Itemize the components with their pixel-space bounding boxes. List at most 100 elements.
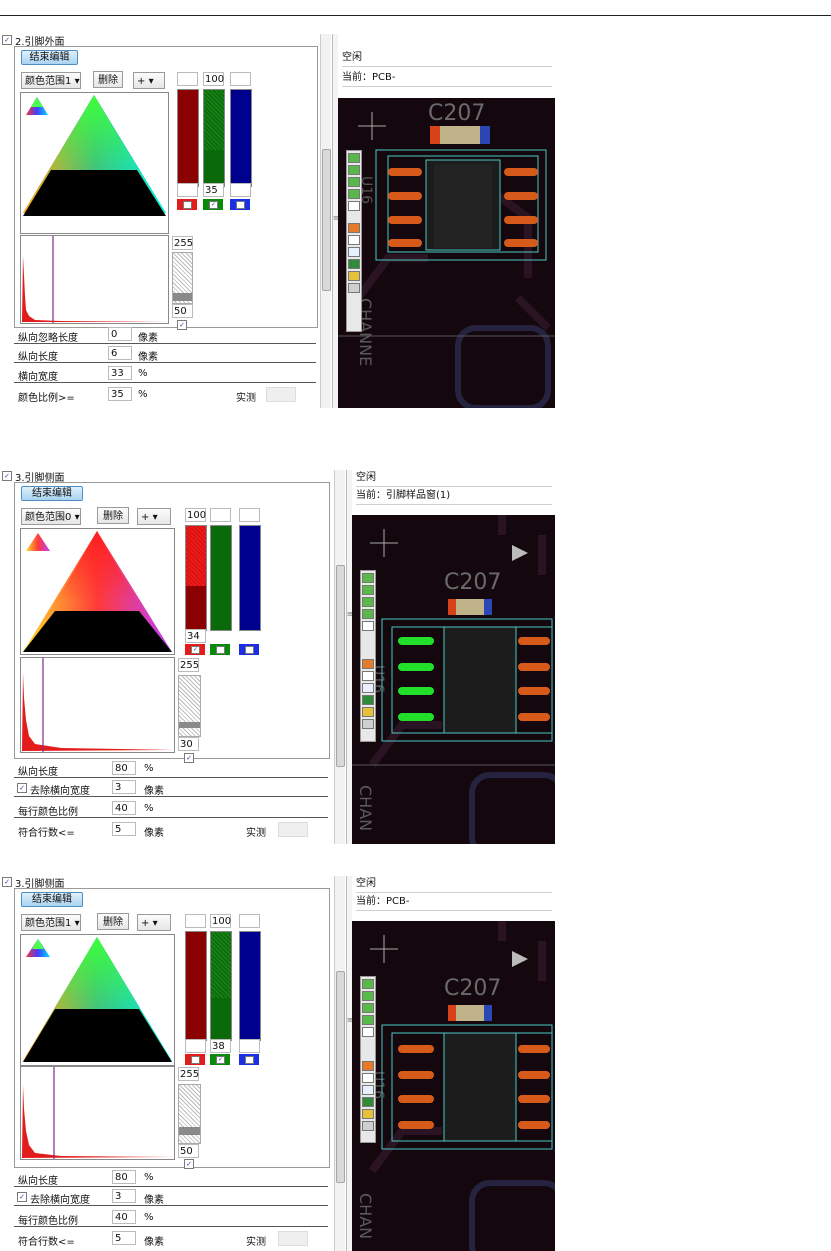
red-channel-check[interactable] bbox=[177, 199, 197, 210]
param-input[interactable]: 5 bbox=[112, 1231, 136, 1245]
crop-icon[interactable] bbox=[348, 235, 360, 245]
green-channel-check[interactable] bbox=[210, 644, 230, 655]
add-select[interactable]: + ▾ bbox=[137, 508, 171, 525]
camera-icon[interactable] bbox=[348, 283, 360, 293]
color-triangle-picker[interactable] bbox=[20, 528, 175, 655]
threshold-slider[interactable] bbox=[178, 675, 201, 737]
param-input[interactable]: 6 bbox=[108, 346, 132, 360]
arrow-down-icon[interactable] bbox=[362, 585, 374, 595]
camera-icon[interactable] bbox=[362, 1121, 374, 1131]
row-checkbox[interactable]: ✓ bbox=[17, 1192, 27, 1202]
param-input[interactable]: 0 bbox=[108, 327, 132, 341]
vertical-scrollbar[interactable] bbox=[320, 34, 331, 408]
crop-icon[interactable] bbox=[362, 671, 374, 681]
param-input[interactable]: 80 bbox=[112, 761, 136, 775]
image-icon[interactable] bbox=[348, 223, 360, 233]
arrow-left-icon[interactable] bbox=[348, 177, 360, 187]
crop-icon[interactable] bbox=[362, 1073, 374, 1083]
green-channel-bar[interactable] bbox=[203, 89, 225, 187]
list-icon[interactable] bbox=[348, 201, 360, 211]
param-input[interactable]: 5 bbox=[112, 822, 136, 836]
scrollbar-thumb[interactable] bbox=[336, 565, 345, 767]
threshold-slider[interactable] bbox=[178, 1084, 201, 1144]
threshold-slider[interactable] bbox=[172, 252, 193, 304]
blue-channel-bar[interactable] bbox=[239, 525, 261, 631]
end-edit-button[interactable]: 结束编辑 bbox=[21, 892, 83, 907]
arrow-up-icon[interactable] bbox=[362, 979, 374, 989]
save-icon[interactable] bbox=[362, 1097, 374, 1107]
vertical-scrollbar[interactable] bbox=[334, 876, 345, 1251]
hist-min-value[interactable]: 50 bbox=[178, 1144, 199, 1158]
param-input[interactable]: 3 bbox=[112, 780, 136, 794]
arrow-right-icon[interactable] bbox=[362, 609, 374, 619]
delete-button[interactable]: 删除 bbox=[97, 913, 129, 930]
blue-channel-bar[interactable] bbox=[239, 931, 261, 1041]
red-channel-bar[interactable] bbox=[177, 89, 199, 187]
section-checkbox[interactable]: ✓ bbox=[2, 471, 12, 481]
color-range-select[interactable]: 颜色范围1 ▾ bbox=[21, 914, 81, 931]
image-icon[interactable] bbox=[362, 1061, 374, 1071]
grid-icon[interactable] bbox=[362, 707, 374, 717]
hist-max-value[interactable]: 255 bbox=[178, 658, 199, 672]
arrow-down-icon[interactable] bbox=[348, 165, 360, 175]
color-triangle-picker[interactable] bbox=[20, 934, 175, 1066]
color-triangle-picker[interactable] bbox=[20, 92, 169, 234]
hist-max-value[interactable]: 255 bbox=[178, 1067, 199, 1081]
blue-channel-check[interactable] bbox=[230, 199, 250, 210]
camera-icon[interactable] bbox=[362, 719, 374, 729]
row-checkbox[interactable]: ✓ bbox=[17, 783, 27, 793]
section-header[interactable]: ✓ 3.引脚侧面 bbox=[2, 470, 65, 484]
list-icon[interactable] bbox=[362, 1027, 374, 1037]
blue-channel-check[interactable] bbox=[239, 1054, 259, 1065]
param-input[interactable]: 35 bbox=[108, 387, 132, 401]
green-channel-check[interactable]: ✓ bbox=[203, 199, 223, 210]
arrow-left-icon[interactable] bbox=[362, 597, 374, 607]
blue-channel-check[interactable] bbox=[239, 644, 259, 655]
section-header[interactable]: ✓ 2.引脚外面 bbox=[2, 34, 65, 48]
arrow-right-icon[interactable] bbox=[362, 1015, 374, 1025]
image-icon[interactable] bbox=[362, 659, 374, 669]
arrow-left-icon[interactable] bbox=[362, 1003, 374, 1013]
red-channel-bar[interactable] bbox=[185, 525, 207, 631]
scrollbar-thumb[interactable] bbox=[322, 149, 331, 291]
pcb-image-view[interactable]: C207 U16 CHAN bbox=[352, 921, 555, 1251]
arrow-up-icon[interactable] bbox=[362, 573, 374, 583]
end-edit-button[interactable]: 结束编辑 bbox=[21, 50, 78, 65]
param-input[interactable]: 3 bbox=[112, 1189, 136, 1203]
section-checkbox[interactable]: ✓ bbox=[2, 35, 12, 45]
pcb-image-view[interactable]: C207 U16 CHANNE bbox=[338, 98, 555, 408]
save-icon[interactable] bbox=[362, 695, 374, 705]
red-channel-bar[interactable] bbox=[185, 931, 207, 1041]
chart-icon[interactable] bbox=[362, 1085, 374, 1095]
delete-button[interactable]: 删除 bbox=[97, 507, 129, 524]
delete-button[interactable]: 删除 bbox=[93, 71, 123, 88]
hist-min-value[interactable]: 50 bbox=[172, 304, 193, 318]
list-icon[interactable] bbox=[362, 621, 374, 631]
green-channel-check[interactable]: ✓ bbox=[210, 1054, 230, 1065]
add-select[interactable]: + ▾ bbox=[137, 914, 171, 931]
hist-checkbox[interactable]: ✓ bbox=[184, 1159, 194, 1169]
grid-icon[interactable] bbox=[362, 1109, 374, 1119]
vertical-scrollbar[interactable] bbox=[334, 470, 345, 844]
save-icon[interactable] bbox=[348, 259, 360, 269]
param-input[interactable]: 80 bbox=[112, 1170, 136, 1184]
hist-min-value[interactable]: 30 bbox=[178, 737, 199, 751]
param-input[interactable]: 40 bbox=[112, 801, 136, 815]
grid-icon[interactable] bbox=[348, 271, 360, 281]
color-range-select[interactable]: 颜色范围1 ▾ bbox=[21, 72, 81, 89]
blue-channel-bar[interactable] bbox=[230, 89, 252, 187]
color-range-select[interactable]: 颜色范围0 ▾ bbox=[21, 508, 81, 525]
green-channel-bar[interactable] bbox=[210, 931, 232, 1041]
scrollbar-thumb[interactable] bbox=[336, 971, 345, 1183]
chart-icon[interactable] bbox=[348, 247, 360, 257]
red-channel-check[interactable]: ✓ bbox=[185, 644, 205, 655]
section-checkbox[interactable]: ✓ bbox=[2, 877, 12, 887]
arrow-right-icon[interactable] bbox=[348, 189, 360, 199]
section-header[interactable]: ✓ 3.引脚侧面 bbox=[2, 876, 65, 890]
end-edit-button[interactable]: 结束编辑 bbox=[21, 486, 83, 501]
chart-icon[interactable] bbox=[362, 683, 374, 693]
pcb-image-view[interactable]: C207 U16 CHAN bbox=[352, 515, 555, 844]
add-select[interactable]: + ▾ bbox=[133, 72, 165, 89]
red-channel-check[interactable] bbox=[185, 1054, 205, 1065]
arrow-down-icon[interactable] bbox=[362, 991, 374, 1001]
